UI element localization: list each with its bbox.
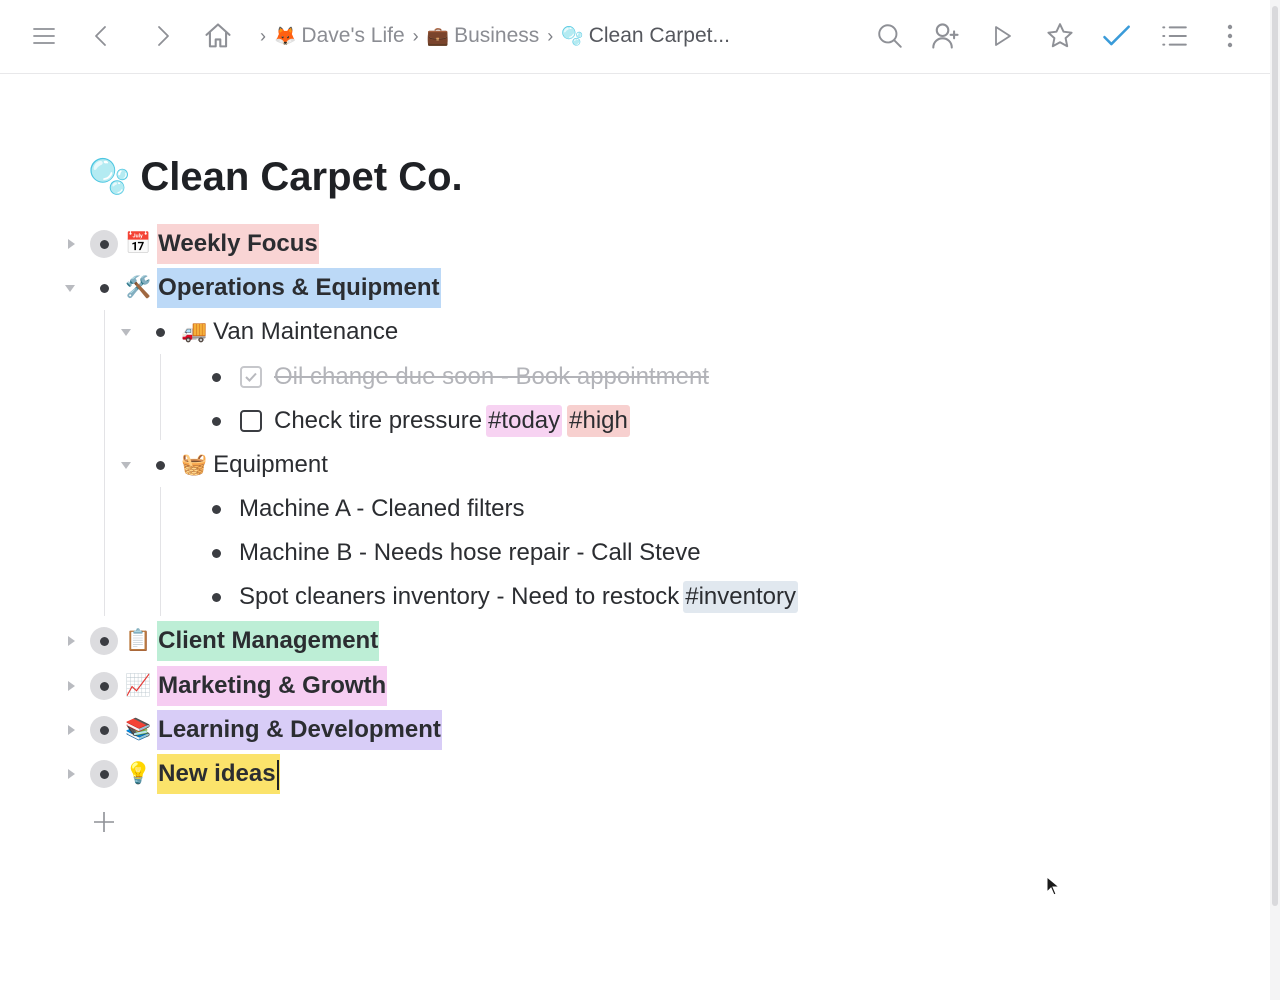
bullet[interactable]	[202, 407, 230, 435]
bullet[interactable]	[146, 318, 174, 346]
breadcrumb-item-current[interactable]: 🫧 Clean Carpet...	[561, 24, 730, 48]
breadcrumb-label: Business	[454, 24, 540, 47]
outline-item-equipment: 🧺 Equipment	[0, 443, 1200, 487]
bubbles-icon: 🫧	[88, 158, 131, 196]
mouse-pointer-icon	[1046, 876, 1060, 896]
bullet[interactable]	[146, 451, 174, 479]
clipboard-icon: 📋	[125, 629, 152, 652]
outline-item-spot-cleaners: Spot cleaners inventory - Need to restoc…	[0, 575, 1200, 619]
truck-icon: 🚚	[181, 320, 208, 343]
breadcrumb-label: Clean Carpet...	[588, 24, 730, 47]
outline-item-weekly-focus: 📅 Weekly Focus	[0, 222, 1200, 266]
more-icon[interactable]	[1210, 16, 1250, 56]
outline-item-oil-change: Oil change due soon - Book appointment	[0, 355, 1200, 399]
tools-icon: 🛠️	[125, 276, 152, 299]
outline-item-new-ideas: 💡 New ideas	[0, 752, 1200, 796]
bullet-collapsed[interactable]	[90, 716, 118, 744]
star-icon[interactable]	[1040, 16, 1080, 56]
forward-icon[interactable]	[142, 16, 182, 56]
page-title[interactable]: 🫧 Clean Carpet Co.	[88, 150, 463, 204]
scrollbar-thumb[interactable]	[1272, 6, 1278, 906]
item-label[interactable]: Client Management	[157, 621, 380, 661]
home-icon[interactable]	[198, 16, 238, 56]
fox-icon: 🦊	[274, 25, 297, 46]
outline-item-machine-b: Machine B - Needs hose repair - Call Ste…	[0, 531, 1200, 575]
check-icon[interactable]	[1096, 16, 1136, 56]
item-label[interactable]: Oil change due soon - Book appointment	[274, 363, 709, 391]
outline-item-learning: 📚 Learning & Development	[0, 708, 1200, 752]
collapse-toggle-icon[interactable]	[115, 454, 137, 476]
chevron-right-icon: ›	[412, 25, 419, 46]
menu-icon[interactable]	[24, 16, 64, 56]
item-label[interactable]: Marketing & Growth	[157, 666, 388, 706]
item-label-editing[interactable]: New ideas	[157, 754, 280, 794]
text-caret	[276, 759, 279, 790]
expand-toggle-icon[interactable]	[60, 719, 82, 741]
chevron-right-icon: ›	[260, 25, 266, 46]
expand-toggle-icon[interactable]	[60, 675, 82, 697]
chevron-right-icon: ›	[547, 25, 554, 46]
bullet[interactable]	[202, 495, 230, 523]
search-icon[interactable]	[870, 16, 910, 56]
tag-high[interactable]: #high	[567, 405, 630, 437]
outline-item-tire-pressure: Check tire pressure #today #high	[0, 399, 1200, 443]
expand-toggle-icon[interactable]	[60, 233, 82, 255]
checkmark-icon	[245, 372, 257, 382]
top-toolbar: › 🦊 Dave's Life › 💼 Business › 🫧 Clean C…	[0, 0, 1270, 74]
item-label[interactable]: Learning & Development	[157, 710, 442, 750]
breadcrumb: › 🦊 Dave's Life › 💼 Business › 🫧 Clean C…	[252, 20, 730, 52]
collapse-toggle-icon[interactable]	[59, 277, 81, 299]
item-label[interactable]: Equipment	[213, 451, 328, 479]
breadcrumb-label: Dave's Life	[301, 24, 405, 47]
checkbox-checked[interactable]	[240, 366, 262, 388]
outline-item-client-management: 📋 Client Management	[0, 619, 1200, 663]
checkbox-unchecked[interactable]	[240, 410, 262, 432]
bullet[interactable]	[202, 539, 230, 567]
outline-item-marketing: 📈 Marketing & Growth	[0, 664, 1200, 708]
bullet[interactable]	[202, 583, 230, 611]
bullet[interactable]	[202, 363, 230, 391]
item-label[interactable]: Machine A - Cleaned filters	[239, 495, 524, 523]
chart-increasing-icon: 📈	[125, 674, 152, 697]
books-icon: 📚	[125, 718, 152, 741]
expand-toggle-icon[interactable]	[60, 630, 82, 652]
bubbles-icon: 🫧	[561, 25, 584, 46]
item-label[interactable]: Weekly Focus	[157, 224, 319, 264]
bullet-collapsed[interactable]	[90, 230, 118, 258]
item-label[interactable]: Spot cleaners inventory - Need to restoc…	[239, 583, 679, 611]
item-label[interactable]: Check tire pressure	[274, 407, 482, 435]
add-person-icon[interactable]	[926, 16, 966, 56]
scrollbar[interactable]	[1270, 0, 1280, 1000]
item-label[interactable]: Van Maintenance	[213, 318, 398, 346]
item-label[interactable]: Operations & Equipment	[157, 268, 441, 308]
add-item-plus-icon[interactable]	[92, 810, 116, 834]
light-bulb-icon: 💡	[125, 762, 152, 785]
outline-item-operations: 🛠️ Operations & Equipment	[0, 266, 1200, 310]
breadcrumb-item-business[interactable]: 💼 Business	[427, 24, 540, 48]
bullet-collapsed[interactable]	[90, 627, 118, 655]
play-icon[interactable]	[982, 16, 1022, 56]
briefcase-icon: 💼	[426, 25, 450, 46]
bullet-collapsed[interactable]	[90, 672, 118, 700]
calendar-icon: 📅	[125, 232, 152, 255]
item-label: New ideas	[158, 760, 276, 787]
expand-toggle-icon[interactable]	[60, 763, 82, 785]
collapse-toggle-icon[interactable]	[115, 321, 137, 343]
bullet[interactable]	[90, 274, 118, 302]
basket-icon: 🧺	[181, 453, 208, 476]
tag-inventory[interactable]: #inventory	[683, 581, 798, 613]
outline-item-van-maintenance: 🚚 Van Maintenance	[0, 310, 1200, 354]
breadcrumb-item-daves-life[interactable]: 🦊 Dave's Life	[274, 24, 405, 48]
outline-item-machine-a: Machine A - Cleaned filters	[0, 487, 1200, 531]
tag-today[interactable]: #today	[486, 405, 563, 437]
back-icon[interactable]	[82, 16, 122, 56]
page-title-text: Clean Carpet Co.	[140, 154, 463, 199]
item-label[interactable]: Machine B - Needs hose repair - Call Ste…	[239, 539, 701, 567]
bullet-collapsed[interactable]	[90, 760, 118, 788]
list-icon[interactable]	[1154, 16, 1194, 56]
